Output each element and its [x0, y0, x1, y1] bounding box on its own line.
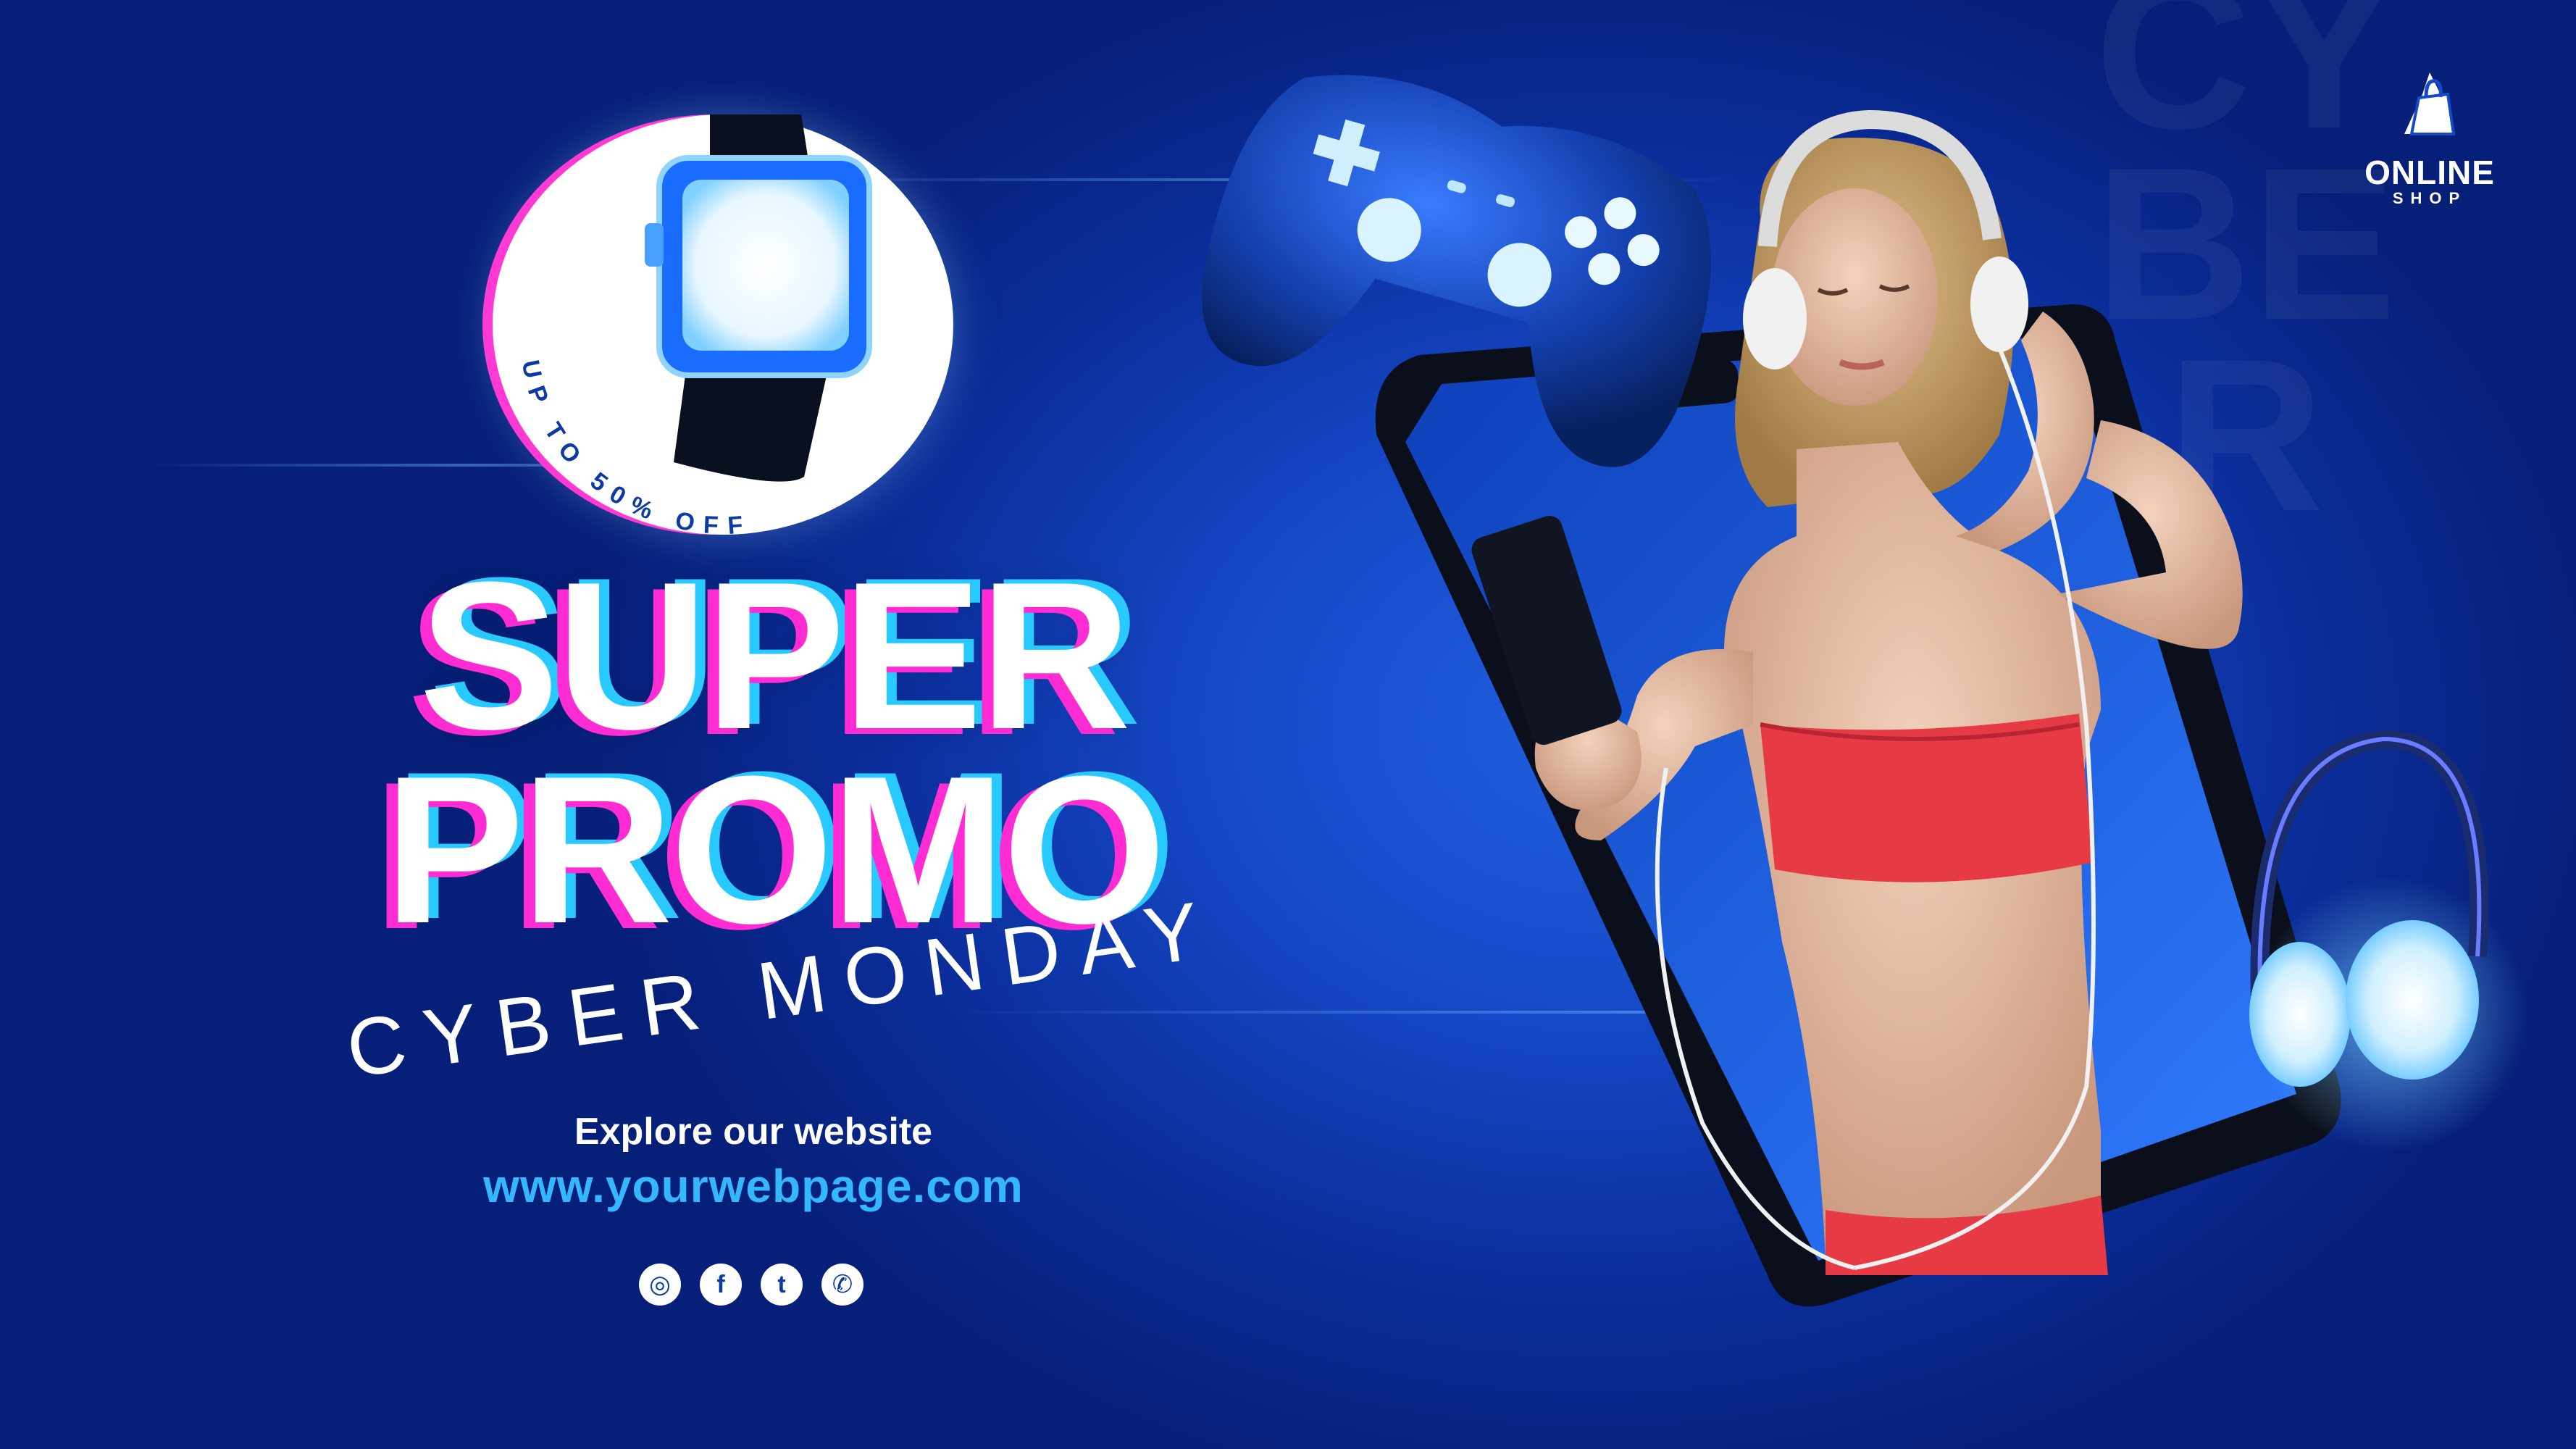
headphones-icon	[2249, 729, 2528, 1152]
brand-logo[interactable]: ONLINE SHOP	[2357, 65, 2502, 208]
promo-banner: CYBER UP TO 50% OFF SUPER PROMO CYBER MO…	[0, 0, 2576, 1449]
product-illustration	[1202, 75, 2528, 1307]
brand-name: ONLINE	[2364, 154, 2495, 191]
shopping-bag-icon	[2404, 72, 2456, 135]
